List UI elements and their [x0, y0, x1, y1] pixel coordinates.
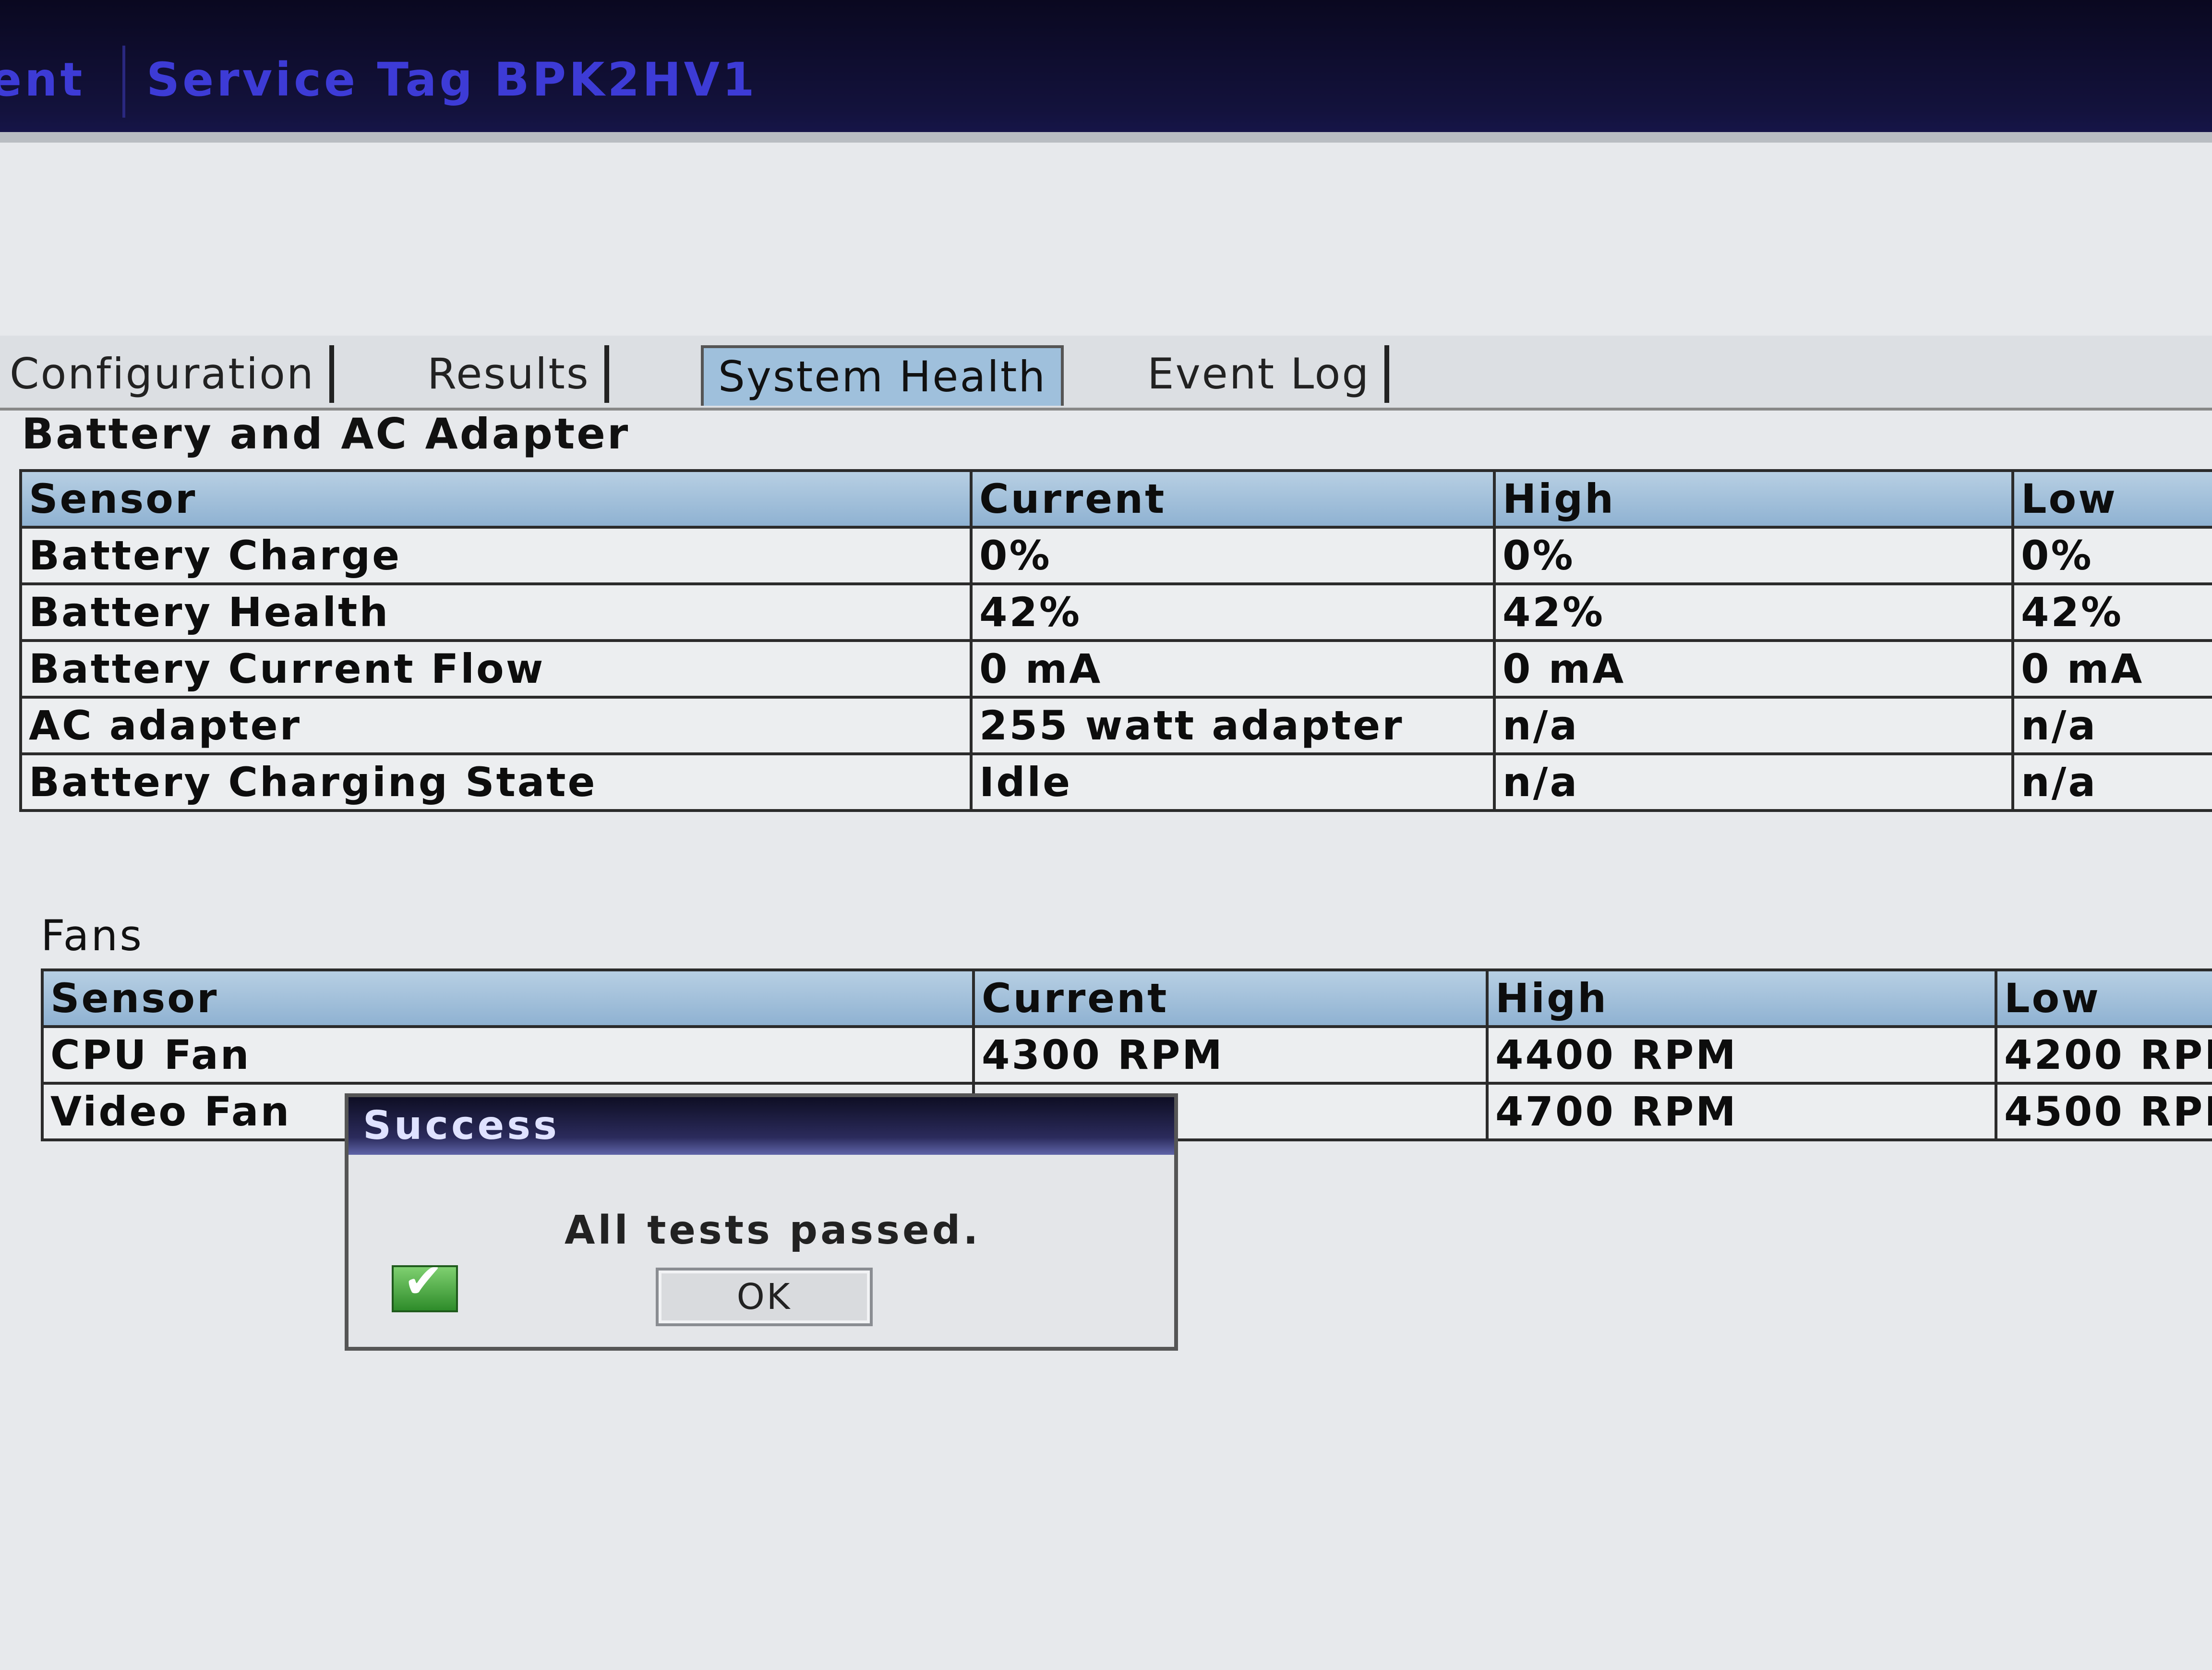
current-value: 42% [970, 582, 1496, 642]
header-low: Low [2011, 469, 2212, 529]
tab-results[interactable]: Results [413, 345, 609, 403]
low-value: 0 mA [2011, 639, 2212, 699]
tab-system-health[interactable]: System Health [701, 345, 1064, 406]
table-row: Battery Charge 0% 0% 0% [19, 526, 2212, 585]
diagnostics-screen: Configuration Results System Health Even… [0, 132, 2212, 1670]
sensor-name: Battery Current Flow [19, 639, 973, 699]
ok-button[interactable]: OK [656, 1268, 873, 1326]
header-current: Current [972, 968, 1489, 1028]
table-row: Battery Current Flow 0 mA 0 mA 0 mA [19, 639, 2212, 699]
dialog-title: Success [349, 1097, 1174, 1155]
success-dialog: Success All tests passed. ✔ OK [345, 1093, 1178, 1351]
tab-configuration[interactable]: Configuration [0, 345, 334, 403]
table-header-row: Sensor Current High Low [19, 469, 2212, 529]
table-row: CPU Fan 4300 RPM 4400 RPM 4200 RPM [41, 1025, 2212, 1085]
high-value: 0% [1493, 526, 2014, 585]
low-value: n/a [2011, 752, 2212, 812]
tab-event-log[interactable]: Event Log [1133, 345, 1390, 403]
table-row: Battery Charging State Idle n/a n/a [19, 752, 2212, 812]
low-value: 4500 RPM [1995, 1082, 2212, 1141]
header-sensor: Sensor [41, 968, 975, 1028]
header-high: High [1493, 469, 2014, 529]
sensor-name: Battery Charging State [19, 752, 973, 812]
dialog-message: All tests passed. [565, 1208, 981, 1253]
battery-section-title: Battery and AC Adapter [22, 409, 630, 459]
header-current: Current [970, 469, 1496, 529]
current-value: 0 mA [970, 639, 1496, 699]
high-value: n/a [1493, 696, 2014, 755]
title-separator [122, 46, 125, 118]
high-value: n/a [1493, 752, 2014, 812]
low-value: 0% [2011, 526, 2212, 585]
table-header-row: Sensor Current High Low [41, 968, 2212, 1028]
header-sensor: Sensor [19, 469, 973, 529]
low-value: 4200 RPM [1995, 1025, 2212, 1085]
header-high: High [1486, 968, 1997, 1028]
high-value: 4700 RPM [1486, 1082, 1997, 1141]
table-row: AC adapter 255 watt adapter n/a n/a [19, 696, 2212, 755]
sensor-name: Battery Health [19, 582, 973, 642]
high-value: 42% [1493, 582, 2014, 642]
table-row: Battery Health 42% 42% 42% [19, 582, 2212, 642]
low-value: 42% [2011, 582, 2212, 642]
high-value: 0 mA [1493, 639, 2014, 699]
window-title-fragment: ent [0, 53, 85, 107]
sensor-name: AC adapter [19, 696, 973, 755]
current-value: Idle [970, 752, 1496, 812]
service-tag-title: Service Tag BPK2HV1 [146, 53, 757, 107]
high-value: 4400 RPM [1486, 1025, 1997, 1085]
battery-table: Sensor Current High Low Battery Charge 0… [19, 469, 2212, 812]
tab-bar: Configuration Results System Health Even… [0, 336, 2212, 411]
current-value: 4300 RPM [972, 1025, 1489, 1085]
checkmark-icon: ✔ [392, 1253, 458, 1312]
header-low: Low [1995, 968, 2212, 1028]
sensor-name: CPU Fan [41, 1025, 975, 1085]
fans-section-title: Fans [41, 911, 144, 960]
current-value: 255 watt adapter [970, 696, 1496, 755]
current-value: 0% [970, 526, 1496, 585]
sensor-name: Battery Charge [19, 526, 973, 585]
low-value: n/a [2011, 696, 2212, 755]
